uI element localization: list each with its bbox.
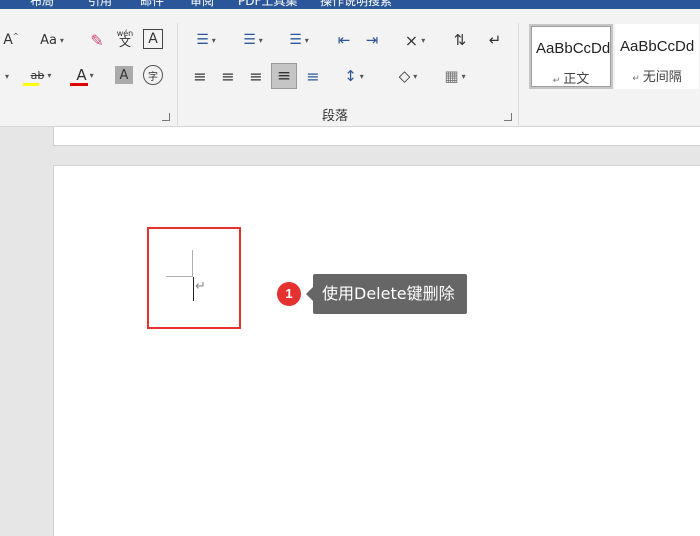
character-border-icon: A (148, 31, 158, 47)
clear-formatting-button[interactable]: ✎ (86, 29, 108, 51)
chinese-layout-icon: ⨯ (404, 30, 419, 50)
chevron-down-icon: ▾ (421, 35, 426, 45)
ribbon: A^ Aa ▾ ✎ wén 文 A ▾ ab ▾ A ▾ A 字 ☰ ▾ ☰ ▾ ☰ ▾… (0, 9, 700, 127)
chevron-down-icon: ▾ (4, 71, 9, 81)
style-sample: AaBbCcDd (536, 40, 611, 57)
distributed-icon: ≡ (306, 66, 320, 86)
chevron-down-icon: ▾ (211, 35, 216, 45)
decrease-indent-button[interactable]: ⇤ (333, 29, 355, 51)
tab-review[interactable]: 审阅 (190, 0, 214, 9)
enclose-characters-icon: 字 (148, 71, 158, 83)
paragraph-mark-icon: ↵ (488, 31, 502, 49)
font-dropdown-caret[interactable]: ▾ (0, 65, 14, 87)
style-sample: AaBbCcDd (620, 38, 695, 55)
group-separator (518, 23, 519, 127)
tab-mailings[interactable]: 邮件 (140, 0, 164, 9)
sort-button[interactable]: ⇅ (449, 29, 471, 51)
paragraph-dialog-launcher-icon[interactable] (504, 113, 512, 121)
style-no-spacing[interactable]: AaBbCcDd ↵ 无间隔 (615, 24, 699, 89)
align-center-button[interactable]: ≡ (216, 65, 240, 87)
borders-icon: ▦ (444, 67, 459, 85)
style-name: ↵ 正文 (552, 72, 590, 87)
multilevel-list-icon: ☰ (289, 32, 302, 48)
tell-me-search[interactable]: 操作说明搜索 (320, 0, 392, 9)
eraser-icon: ✎ (90, 30, 104, 50)
style-name: ↵ 无间隔 (632, 70, 682, 85)
numbered-list-icon: ☰ (243, 32, 256, 48)
phonetic-guide-button[interactable]: wén 文 (114, 27, 136, 49)
phonetic-guide-icon: 文 (118, 35, 131, 49)
line-spacing-icon: ↕ (344, 67, 357, 85)
chevron-down-icon: ▾ (413, 71, 418, 81)
sort-icon: ⇅ (453, 31, 467, 49)
character-border-button[interactable]: A (143, 29, 163, 49)
align-center-icon: ≡ (221, 66, 235, 86)
align-right-icon: ≡ (249, 66, 263, 86)
font-color-button[interactable]: A ▾ (66, 64, 104, 86)
distributed-button[interactable]: ≡ (301, 65, 325, 87)
chevron-down-icon: ▾ (258, 35, 263, 45)
line-spacing-button[interactable]: ↕ ▾ (336, 65, 372, 87)
align-left-icon: ≡ (193, 66, 207, 86)
justify-icon: ≡ (276, 66, 292, 86)
chevron-down-icon: ▾ (47, 70, 52, 80)
chevron-down-icon: ▾ (461, 71, 466, 81)
character-shading-icon: A (119, 67, 129, 83)
chevron-down-icon: ▾ (89, 70, 94, 80)
paragraph-group-label: 段落 (322, 109, 349, 124)
change-case-icon: Aa (40, 32, 57, 48)
shading-button[interactable]: ◇ ▾ (388, 65, 428, 87)
increase-indent-button[interactable]: ⇥ (361, 29, 383, 51)
font-dialog-launcher-icon[interactable] (162, 113, 170, 121)
highlight-box (147, 227, 241, 329)
text-highlight-button[interactable]: ab ▾ (20, 64, 62, 86)
ribbon-tab-bar: 布局 引用 邮件 审阅 PDF工具集 操作说明搜索 (0, 0, 700, 9)
highlighter-icon: ab (30, 68, 45, 82)
grow-font-button[interactable]: A^ (0, 29, 22, 51)
change-case-button[interactable]: Aa ▾ (34, 29, 70, 51)
enclose-characters-button[interactable]: 字 (143, 65, 163, 85)
decrease-indent-icon: ⇤ (337, 31, 351, 49)
chevron-down-icon: ▾ (304, 35, 309, 45)
borders-button[interactable]: ▦ ▾ (435, 65, 475, 87)
font-color-bar (70, 83, 88, 86)
paragraph-mark-icon: ↵ (632, 74, 643, 84)
grow-font-icon: A^ (3, 32, 19, 48)
align-left-button[interactable]: ≡ (188, 65, 212, 87)
tab-layout[interactable]: 布局 (30, 0, 54, 9)
bullet-list-icon: ☰ (196, 32, 209, 48)
increase-indent-icon: ⇥ (365, 31, 379, 49)
style-normal[interactable]: AaBbCcDd ↵ 正文 (529, 24, 613, 89)
justify-button[interactable]: ≡ (271, 63, 297, 89)
group-separator (177, 23, 178, 127)
tab-pdf-tools[interactable]: PDF工具集 (238, 0, 297, 9)
step-badge: 1 (277, 282, 301, 306)
numbering-button[interactable]: ☰ ▾ (234, 29, 272, 51)
tab-references[interactable]: 引用 (88, 0, 112, 9)
align-right-button[interactable]: ≡ (244, 65, 268, 87)
multilevel-list-button[interactable]: ☰ ▾ (281, 29, 317, 51)
previous-page-bottom (53, 127, 700, 146)
paint-bucket-icon: ◇ (398, 67, 411, 85)
chevron-down-icon: ▾ (359, 71, 364, 81)
font-color-icon: A (76, 66, 87, 84)
chinese-layout-button[interactable]: ⨯ ▾ (396, 29, 434, 51)
show-marks-button[interactable]: ↵ (484, 29, 506, 51)
chevron-down-icon: ▾ (59, 35, 64, 45)
paragraph-mark-icon: ↵ (552, 76, 564, 86)
character-shading-button[interactable]: A (115, 66, 133, 84)
instruction-tooltip: 使用Delete键删除 (306, 274, 467, 314)
document-page[interactable] (53, 165, 700, 536)
highlight-color-bar (23, 83, 39, 86)
bullets-button[interactable]: ☰ ▾ (188, 29, 224, 51)
